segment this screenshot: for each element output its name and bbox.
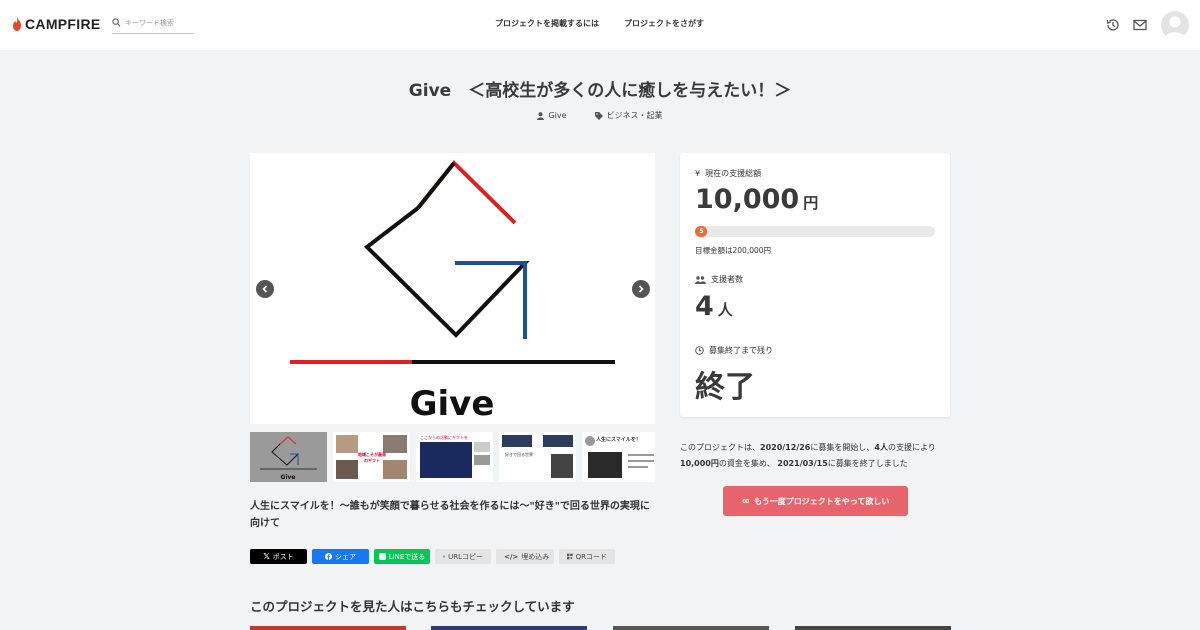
thumb-caption: ここからの活動にギフトを [420, 435, 468, 440]
qr-code-button[interactable]: QRコード [559, 549, 615, 564]
project-title: Give ＜高校生が多くの人に癒しを与えたい！＞ [408, 81, 792, 101]
code-icon: </> [504, 552, 519, 561]
logo-wordmark: Give [410, 384, 495, 424]
owner-link[interactable]: Give [537, 110, 567, 121]
summary-backers: 4人 [874, 443, 888, 452]
thumbnail-1[interactable]: Give [250, 432, 327, 482]
give-logo-image: Give [290, 160, 615, 424]
thumbnail-strip: Give 地域こそが最高のギフト ここからの活動にギフトを 好きで回る世界 人生… [250, 432, 655, 482]
recommendation-card-4[interactable] [795, 626, 951, 630]
qr-icon [567, 553, 573, 560]
request-rerun-button[interactable]: ∞ もう一度プロジェクトをやって欲しい [723, 486, 908, 516]
facebook-icon [325, 553, 332, 560]
search-icon [112, 18, 121, 27]
funding-progress-bar: 5 [695, 226, 935, 237]
user-avatar[interactable] [1161, 11, 1189, 39]
user-silhouette-icon [1164, 16, 1186, 39]
funded-label: 現在の支援総額 [705, 169, 762, 178]
remaining-label-row: 募集終了まで残り [695, 345, 773, 356]
share-facebook-label: シェア [335, 552, 356, 561]
embed-label: 埋め込み [521, 552, 550, 561]
url-copy-button[interactable]: URLコピー [435, 549, 491, 564]
chevron-right-icon [638, 285, 644, 293]
mail-icon[interactable] [1132, 17, 1148, 33]
url-copy-label: URLコピー [448, 552, 483, 561]
funded-label-row: ¥ 現在の支援総額 [695, 168, 761, 179]
thumbnail-4[interactable]: 好きで回る世界 [499, 432, 576, 482]
users-icon [695, 275, 706, 284]
recommendation-card-2[interactable] [431, 626, 587, 630]
line-icon [378, 553, 386, 560]
carousel-prev-button[interactable] [256, 280, 274, 298]
thumbnail-5[interactable]: 人生にスマイルを！ [582, 432, 655, 482]
supporters-unit: 人 [717, 301, 733, 319]
share-x-label: ポスト [272, 552, 294, 561]
embed-button[interactable]: </> 埋め込み [496, 549, 554, 564]
user-icon [537, 111, 545, 120]
search-input[interactable] [125, 18, 189, 27]
infinity-icon: ∞ [741, 495, 750, 507]
thumb-caption: 地域こそが最高のギフト [358, 452, 386, 463]
qr-code-label: QRコード [575, 552, 607, 561]
category-link[interactable]: ビジネス・起業 [594, 110, 663, 121]
brand-name: CAMPFIRE [25, 16, 101, 32]
summary-amount: 10,000円 [680, 459, 719, 468]
nav-list-project[interactable]: プロジェクトを掲載するには [495, 18, 599, 29]
request-rerun-label: もう一度プロジェクトをやって欲しい [753, 496, 890, 506]
supporters-label: 支援者数 [711, 275, 743, 284]
summary-text: に募集を終了しました [827, 459, 908, 468]
thumb-logo-text: Give [281, 474, 296, 481]
project-main-image[interactable]: Give [250, 153, 655, 424]
summary-text: に募集を開始し、 [810, 443, 875, 452]
copy-icon [443, 555, 446, 558]
thumb-caption: 人生にスマイルを！ [596, 437, 641, 443]
owner-name: Give [548, 111, 567, 120]
funding-stats-card: ¥ 現在の支援総額 10,000 円 5 目標金額は200,000円 支援者数 4… [680, 153, 950, 417]
share-line-label: LINEで送る [388, 552, 426, 561]
nav-find-project[interactable]: プロジェクトをさがす [624, 18, 704, 29]
thumbnail-3[interactable]: ここからの活動にギフトを [416, 432, 493, 482]
thumbnail-2[interactable]: 地域こそが最高のギフト [333, 432, 410, 482]
summary-text: このプロジェクトは、 [680, 443, 760, 452]
summary-text: の支援により [887, 443, 936, 452]
campfire-logo[interactable]: CAMPFIRE [12, 16, 101, 32]
tag-icon [594, 111, 603, 120]
search-box[interactable] [112, 12, 194, 34]
recommendation-card-1[interactable] [250, 626, 406, 630]
share-buttons: 𝕏 ポスト シェア LINEで送る URLコピー </> 埋め込み QRコード [250, 549, 615, 564]
category-name: ビジネス・起業 [606, 111, 663, 120]
clock-icon [695, 346, 704, 355]
project-summary: このプロジェクトは、2020/12/26に募集を開始し、4人の支援により 10,0… [680, 440, 955, 472]
supporters-count: 4人 [695, 291, 733, 322]
goal-amount: 目標金額は200,000円 [695, 246, 772, 255]
remaining-label: 募集終了まで残り [709, 346, 773, 355]
thumb-caption: 好きで回る世界 [505, 452, 533, 457]
project-meta: Give ビジネス・起業 [0, 110, 1200, 121]
share-line-button[interactable]: LINEで送る [374, 549, 430, 564]
supporters-label-row: 支援者数 [695, 274, 743, 285]
chevron-left-icon [262, 285, 268, 293]
remaining-value: 終了 [695, 370, 755, 405]
summary-text: の資金を集め、 [718, 459, 775, 468]
flame-icon [13, 17, 21, 31]
supporters-value: 4 [695, 291, 714, 322]
share-facebook-button[interactable]: シェア [312, 549, 369, 564]
funded-amount: 10,000 円 [695, 184, 818, 215]
thumb-logo-graphic: Give [260, 436, 317, 481]
share-x-button[interactable]: 𝕏 ポスト [250, 549, 307, 564]
recommendations-title: このプロジェクトを見た人はこちらもチェックしています [250, 599, 575, 614]
site-header: CAMPFIRE プロジェクトを掲載するには プロジェクトをさがす [0, 0, 1200, 50]
summary-start-date: 2020/12/26 [760, 443, 811, 452]
yen-icon: ¥ [695, 169, 701, 178]
progress-badge: 5 [696, 226, 707, 237]
summary-end-date: 2021/03/15 [777, 459, 828, 468]
carousel-next-button[interactable] [632, 280, 650, 298]
recommendation-card-3[interactable] [613, 626, 769, 630]
x-logo-icon: 𝕏 [263, 552, 270, 561]
history-icon[interactable] [1105, 17, 1121, 33]
funded-unit: 円 [803, 194, 819, 212]
project-description: 人生にスマイルを！〜誰もが笑顔で暮らせる社会を作るには〜"好き"で回る世界の実現… [250, 501, 650, 529]
funded-value: 10,000 [695, 184, 800, 215]
